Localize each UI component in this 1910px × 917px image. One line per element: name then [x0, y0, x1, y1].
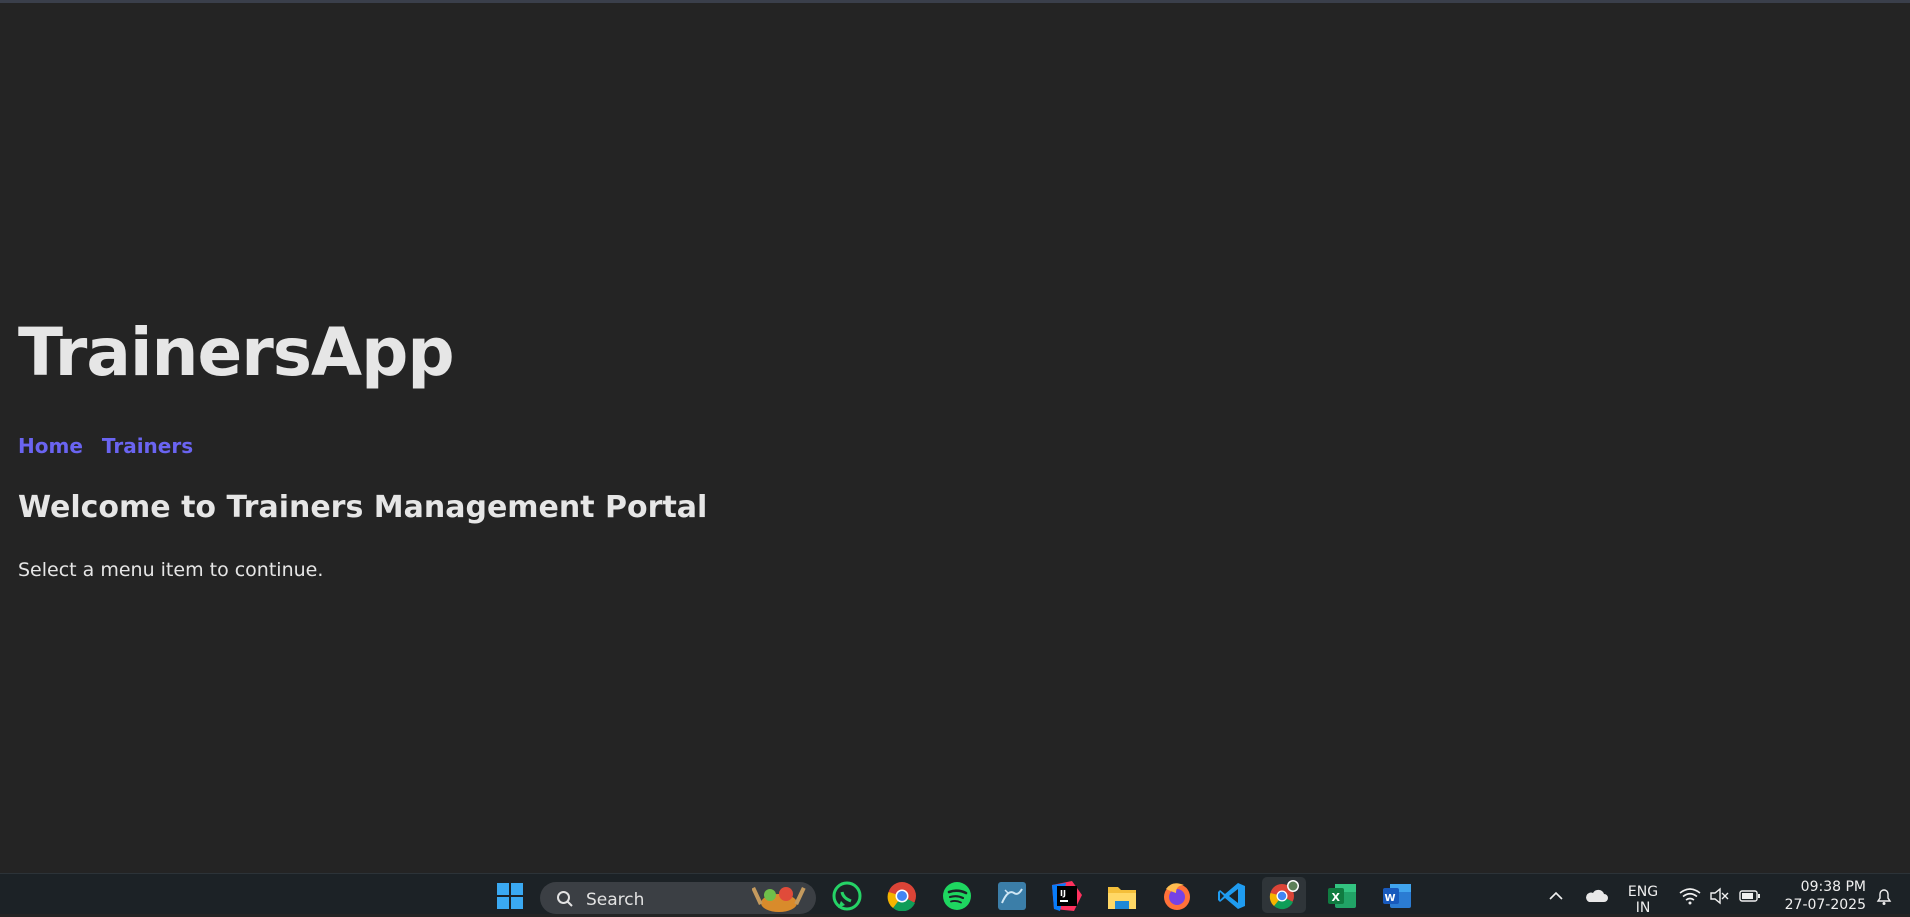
- whatsapp-icon[interactable]: [831, 880, 863, 912]
- svg-text:W: W: [1385, 893, 1396, 904]
- notification-bell-icon[interactable]: [1868, 880, 1900, 912]
- search-icon: [556, 890, 574, 912]
- search-label: Search: [586, 890, 645, 910]
- wifi-icon[interactable]: [1674, 880, 1706, 912]
- app-title: TrainersApp: [18, 314, 455, 391]
- chrome-profile-icon[interactable]: [1262, 877, 1306, 913]
- svg-text:IJ: IJ: [1060, 889, 1066, 898]
- firefox-icon[interactable]: [1161, 880, 1193, 912]
- main-nav: Home Trainers: [18, 434, 193, 458]
- volume-muted-icon[interactable]: [1703, 880, 1735, 912]
- svg-text:X: X: [1332, 891, 1341, 904]
- onedrive-cloud-icon[interactable]: [1580, 880, 1612, 912]
- instruction-text: Select a menu item to continue.: [18, 559, 324, 581]
- language-region: IN: [1635, 900, 1651, 916]
- chrome-icon[interactable]: [886, 880, 918, 912]
- taskbar-search-box[interactable]: Search: [540, 882, 816, 914]
- welcome-heading: Welcome to Trainers Management Portal: [18, 490, 708, 525]
- windows-taskbar: Search IJ X W ENG IN 09:38 PM 27-07-2025: [0, 873, 1910, 916]
- vscode-icon[interactable]: [1216, 880, 1248, 912]
- spotify-icon[interactable]: [941, 880, 973, 912]
- nav-home-link[interactable]: Home: [18, 434, 83, 458]
- search-highlight-illustration-icon: [751, 883, 806, 917]
- word-icon[interactable]: W: [1381, 880, 1413, 912]
- clock-time: 09:38 PM: [1800, 879, 1866, 895]
- intellij-icon[interactable]: IJ: [1051, 880, 1083, 912]
- file-explorer-icon[interactable]: [1106, 880, 1138, 912]
- language-code: ENG: [1627, 884, 1659, 900]
- clock-date: 27-07-2025: [1784, 897, 1866, 913]
- language-indicator[interactable]: ENG IN: [1620, 884, 1666, 916]
- windows-start-icon[interactable]: [494, 880, 526, 912]
- clock[interactable]: 09:38 PM 27-07-2025: [1766, 878, 1866, 914]
- battery-icon[interactable]: [1734, 880, 1766, 912]
- nav-trainers-link[interactable]: Trainers: [102, 434, 193, 458]
- excel-icon[interactable]: X: [1326, 880, 1358, 912]
- app-page: TrainersApp Home Trainers Welcome to Tra…: [0, 3, 1910, 873]
- mysql-workbench-icon[interactable]: [996, 880, 1028, 912]
- chevron-up-icon[interactable]: [1540, 880, 1572, 912]
